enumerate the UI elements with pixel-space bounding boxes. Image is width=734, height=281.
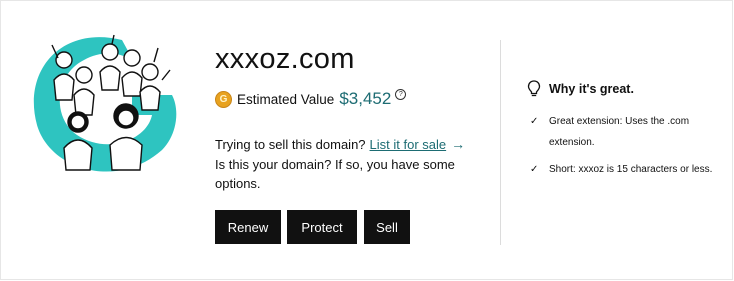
ownership-text: Is this your domain? If so, you have som… <box>215 157 455 191</box>
reason-item: ✓ Short: xxxoz is 15 characters or less. <box>530 159 720 180</box>
why-great-title: Why it's great. <box>549 82 634 96</box>
protect-button[interactable]: Protect <box>287 210 357 244</box>
renew-button[interactable]: Renew <box>215 210 281 244</box>
domain-name: xxxoz.com <box>215 43 355 75</box>
check-icon: ✓ <box>530 116 539 127</box>
sell-button[interactable]: Sell <box>364 210 410 244</box>
crowd-cheering-illustration <box>33 34 177 172</box>
why-great-header: Why it's great. <box>527 80 634 98</box>
check-icon: ✓ <box>530 164 539 175</box>
info-icon[interactable]: ? <box>395 89 407 100</box>
arrow-right-icon[interactable]: → <box>451 136 465 152</box>
reason-text: Great extension: Uses the .com extension… <box>549 116 690 148</box>
vertical-divider <box>500 40 501 245</box>
estimated-value-row: G Estimated Value $3,452 ? <box>215 89 407 109</box>
reason-text: Short: xxxoz is 15 characters or less. <box>549 164 713 175</box>
estimated-value-label: Estimated Value <box>237 91 335 107</box>
estimated-value-amount: $3,452 <box>339 89 392 108</box>
lightbulb-icon <box>527 80 541 97</box>
sell-prompt-text: Trying to sell this domain? <box>215 136 366 152</box>
sell-prompt-row: Trying to sell this domain? List it for … <box>215 136 465 152</box>
list-for-sale-link[interactable]: List it for sale <box>370 137 447 152</box>
reason-item: ✓ Great extension: Uses the .com extensi… <box>530 111 720 153</box>
coin-icon: G <box>215 90 232 108</box>
